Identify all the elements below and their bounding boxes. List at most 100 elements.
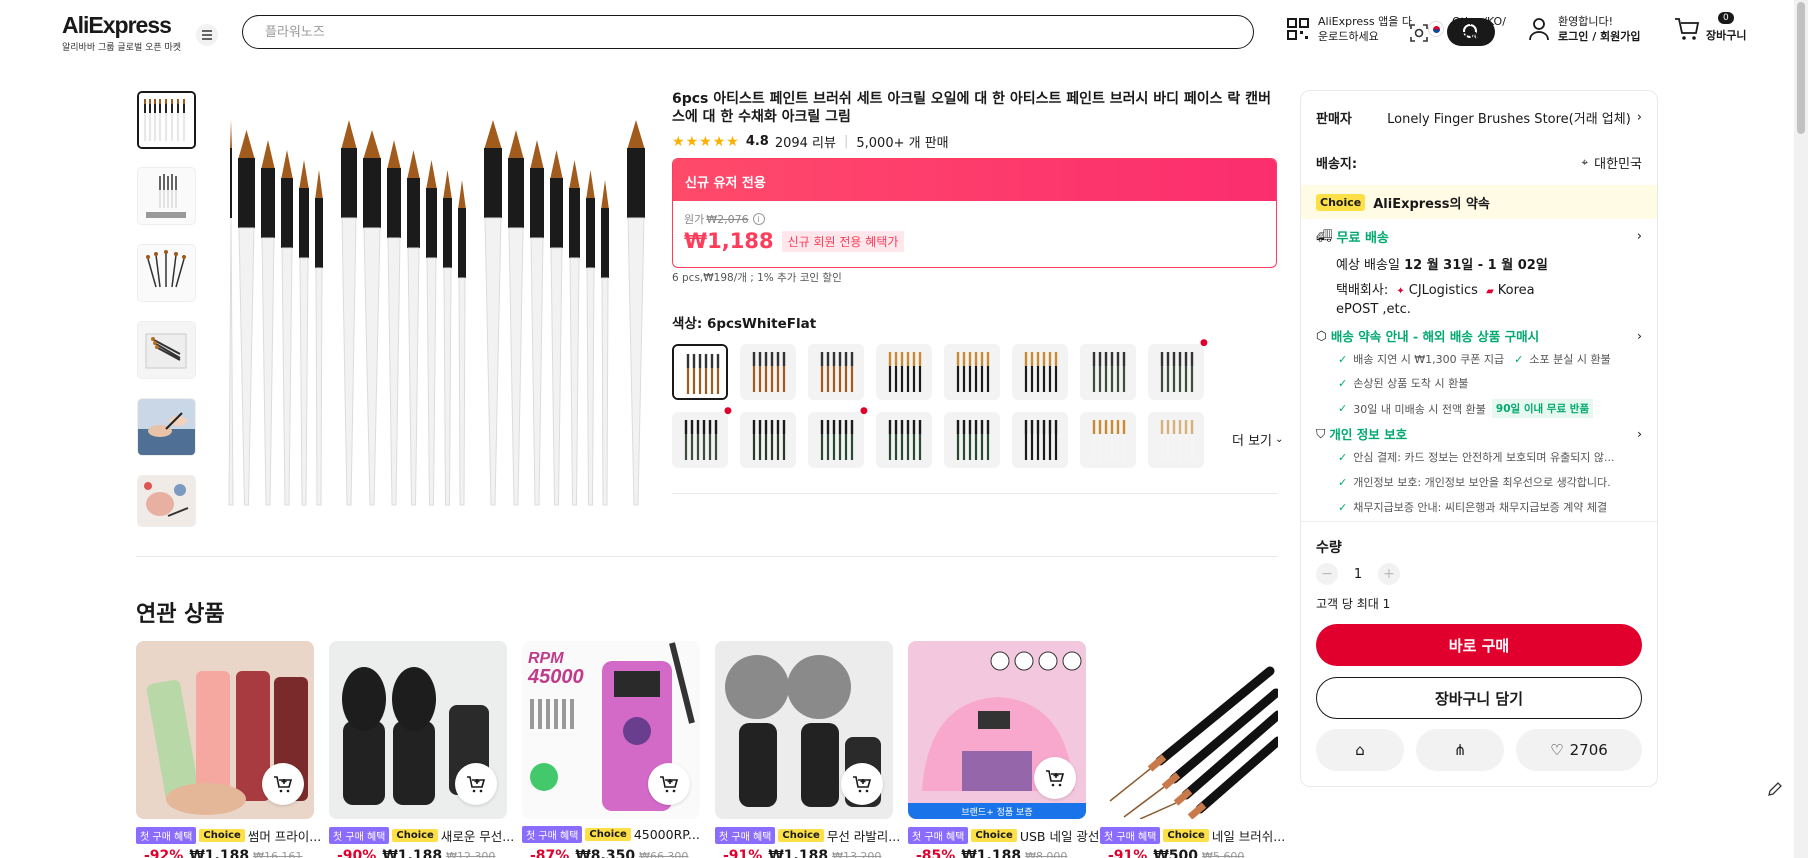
check-icon: ✓: [1338, 475, 1348, 489]
quantity-value[interactable]: 1: [1338, 567, 1378, 582]
add-to-cart-button[interactable]: 장바구니 담기: [1316, 677, 1642, 719]
chevron-right-icon: ›: [1637, 426, 1642, 441]
color-swatch[interactable]: [1012, 412, 1068, 468]
privacy-section[interactable]: ⛉ 개인 정보 보호 › ✓ 안심 결제: 카드 정보는 안전하게 보호되며 유출되…: [1316, 424, 1642, 515]
gallery-thumb[interactable]: [137, 167, 196, 225]
share-button[interactable]: ⋔: [1416, 729, 1504, 771]
region-selector[interactable]: Other/KO/KRW ⌄: [1428, 14, 1506, 44]
add-to-cart-icon[interactable]: [455, 763, 497, 805]
check-icon: ✓: [1514, 352, 1524, 366]
product-card-price: -91% ₩500 ₩5,600: [1108, 848, 1244, 858]
add-to-cart-icon[interactable]: [648, 763, 690, 805]
color-swatch[interactable]: [944, 344, 1000, 400]
promise-title: 배송 약속 안내 - 해외 배송 상품 구매시: [1330, 329, 1540, 344]
color-swatch[interactable]: [876, 344, 932, 400]
chevron-down-icon: ⌄: [1484, 30, 1494, 43]
ship-to-selector[interactable]: ⌖ 대한민국: [1581, 153, 1642, 172]
orig-price: ₩16,161: [253, 849, 303, 858]
choice-tag: Choice: [1163, 829, 1209, 842]
color-swatch[interactable]: [740, 344, 796, 400]
color-swatch[interactable]: [944, 412, 1000, 468]
sold-count: 5,000+ 개 판매: [856, 136, 949, 151]
gallery-thumb[interactable]: [137, 91, 196, 149]
privacy-item: 안심 결제: 카드 정보는 안전하게 보호되며 유출되지 않...: [1353, 451, 1615, 464]
product-card-image[interactable]: [329, 641, 507, 819]
product-card-image[interactable]: [136, 641, 314, 819]
delivery-promise-section[interactable]: ⬡ 배송 약속 안내 - 해외 배송 상품 구매시 › ✓ 배송 지연 시 ₩1,3…: [1316, 326, 1642, 418]
add-to-cart-icon[interactable]: [262, 763, 304, 805]
gallery-thumb[interactable]: [137, 321, 196, 379]
product-card-image[interactable]: [1100, 641, 1278, 819]
chevron-right-icon: ›: [1636, 110, 1642, 125]
color-swatch[interactable]: [1148, 412, 1204, 468]
increase-button[interactable]: +: [1378, 563, 1400, 585]
product-card-title[interactable]: 첫 구매 혜택 Choice 썸머 프라이...: [136, 826, 321, 845]
discount: -90%: [337, 848, 377, 858]
first-purchase-tag: 첫 구매 혜택: [136, 827, 197, 844]
orig-price: ₩5,600: [1202, 849, 1245, 858]
promise-item: 소포 분실 시 환불: [1529, 353, 1611, 366]
seller-label: 판매자: [1316, 112, 1352, 127]
color-swatch[interactable]: [808, 412, 864, 468]
divider: [136, 556, 1277, 557]
add-to-cart-icon[interactable]: [1034, 757, 1076, 799]
separator: |: [843, 134, 849, 149]
discount: -92%: [144, 848, 184, 858]
aliexpress-logo[interactable]: AliExpress 알리바바 그룹 글로벌 오픈 마켓: [62, 12, 181, 53]
color-swatch[interactable]: [876, 412, 932, 468]
buy-now-button[interactable]: 바로 구매: [1316, 624, 1642, 666]
color-swatch[interactable]: [672, 344, 728, 400]
search-input[interactable]: [265, 22, 1065, 42]
color-swatch[interactable]: [1080, 412, 1136, 468]
check-icon: ✓: [1338, 352, 1348, 366]
product-card-title[interactable]: 첫 구매 혜택 Choice 45000RP...: [522, 826, 700, 843]
color-swatch[interactable]: [1148, 344, 1204, 400]
color-swatch[interactable]: [672, 412, 728, 468]
add-to-cart-icon[interactable]: [841, 763, 883, 805]
app-download[interactable]: AliExpress 앱을 다 운로드하세요: [1286, 14, 1412, 44]
quantity-label: 수량: [1316, 540, 1342, 556]
info-icon[interactable]: i: [752, 213, 765, 225]
gallery-thumb[interactable]: [137, 475, 196, 527]
product-card-image[interactable]: RPM 45000: [522, 641, 700, 819]
gallery-thumb[interactable]: [137, 398, 196, 456]
product-card-title[interactable]: 첫 구매 혜택 Choice USB 네일 광선 요...: [908, 826, 1127, 845]
camera-search-icon[interactable]: [1409, 23, 1429, 43]
logo-text: AliExpress: [62, 12, 172, 38]
orig-price: ₩13,200: [832, 849, 882, 858]
menu-icon[interactable]: [196, 24, 218, 46]
privacy-item: 채무지급보증 안내: 씨티은행과 채무지급보증 계약 체결: [1353, 501, 1608, 514]
store-button[interactable]: ⌂: [1316, 729, 1404, 771]
main-product-image[interactable]: [222, 90, 748, 510]
product-card-title[interactable]: 첫 구매 혜택 Choice 네일 브러쉬...: [1100, 826, 1285, 845]
edit-icon[interactable]: [1766, 780, 1786, 800]
more-colors-button[interactable]: 더 보기 ⌄: [1232, 430, 1283, 449]
wishlist-button[interactable]: ♡ 2706: [1516, 729, 1642, 771]
review-count[interactable]: 2094 리뷰: [775, 132, 836, 151]
product-card-image[interactable]: 브랜드+ 정품 보증: [908, 641, 1086, 819]
product-card-price: -91% ₩1,188 ₩13,200: [723, 848, 881, 858]
cart[interactable]: 0 장바구니: [1674, 12, 1746, 43]
hot-icon: ●: [860, 406, 868, 416]
product-card-image[interactable]: [715, 641, 893, 819]
seller-link[interactable]: Lonely Finger Brushes Store(거래 업체) ›: [1387, 108, 1642, 127]
color-swatch[interactable]: [1012, 344, 1068, 400]
product-title: 6pcs 아티스트 페인트 브러쉬 세트 아크릴 오일에 대 한 아티스트 페인…: [672, 91, 1271, 125]
search-bar: [242, 15, 1495, 49]
region-line1: Other/KO/: [1452, 15, 1506, 28]
first-purchase-tag: 첫 구매 혜택: [715, 827, 776, 844]
product-card-name: 네일 브러쉬...: [1211, 829, 1286, 844]
color-swatch[interactable]: [740, 412, 796, 468]
color-swatch[interactable]: [1080, 344, 1136, 400]
decrease-button[interactable]: −: [1316, 563, 1338, 585]
product-card-title[interactable]: 첫 구매 혜택 Choice 새로운 무선...: [329, 826, 514, 845]
scrollbar-thumb[interactable]: [1797, 2, 1805, 134]
account-menu[interactable]: 환영합니다! 로그인 / 회원가입: [1528, 14, 1641, 44]
shipping-section[interactable]: 🚚︎ 무료 배송 › 예상 배송일 12 월 31일 - 1 월 02일 택배회사…: [1316, 227, 1642, 317]
color-swatch[interactable]: [808, 344, 864, 400]
product-card-price: -92% ₩1,188 ₩16,161: [144, 848, 302, 858]
product-card-title[interactable]: 첫 구매 혜택 Choice 무선 라발리...: [715, 826, 900, 845]
gallery-thumb[interactable]: [137, 244, 196, 302]
first-purchase-tag: 첫 구매 혜택: [1100, 827, 1161, 844]
epost-logo-icon: ▰: [1486, 286, 1494, 297]
